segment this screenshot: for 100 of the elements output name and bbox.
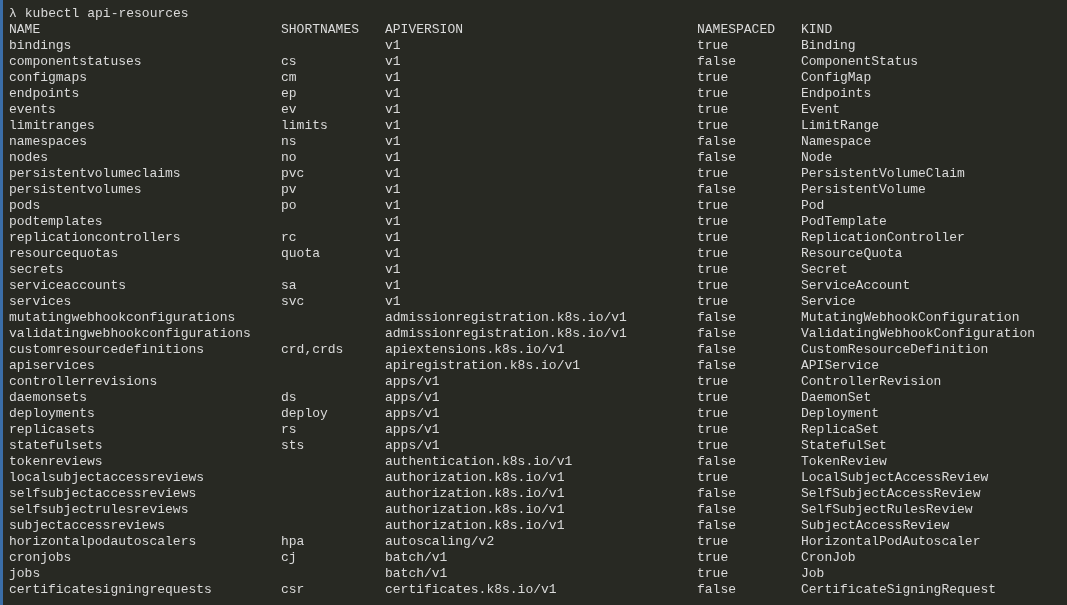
table-cell-text: false [697, 326, 737, 342]
table-cell-text: sts [281, 438, 306, 454]
table-cell-text: HorizontalPodAutoscaler [801, 534, 982, 550]
table-cell-text: Job [801, 566, 826, 582]
table-cell-text: namespaces [9, 134, 88, 150]
table-cell-text: false [697, 502, 737, 518]
table-cell-text: statefulsets [9, 438, 104, 454]
table-cell-text: CertificateSigningRequest [801, 582, 998, 598]
table-cell-text: Deployment [801, 406, 880, 422]
table-cell-text: authorization.k8s.io/v1 [385, 486, 566, 502]
table-cell-text: apps/v1 [385, 374, 441, 390]
table-cell-text: false [697, 454, 737, 470]
table-cell-text: TokenReview [801, 454, 888, 470]
table-cell-text: StatefulSet [801, 438, 888, 454]
table-cell-text: MutatingWebhookConfiguration [801, 310, 1021, 326]
table-cell-text: true [697, 262, 730, 278]
table-cell-text: cronjobs [9, 550, 73, 566]
table-cell-text: configmaps [9, 70, 88, 86]
table-cell-text: v1 [385, 102, 402, 118]
table-cell-text: ServiceAccount [801, 278, 912, 294]
table-cell-text: true [697, 534, 730, 550]
column-header: SHORTNAMES [281, 22, 360, 38]
table-cell-text: crd,crds [281, 342, 345, 358]
table-cell-text: limits [281, 118, 329, 134]
column-header: NAMESPACED [697, 22, 776, 38]
table-cell-text: persistentvolumeclaims [9, 166, 182, 182]
table-cell-text: APIService [801, 358, 880, 374]
table-cell-text: true [697, 70, 730, 86]
table-cell-text: nodes [9, 150, 49, 166]
table-cell-text: pvc [281, 166, 306, 182]
table-cell-text: rs [281, 422, 298, 438]
table-cell-text: ev [281, 102, 298, 118]
table-cell-text: events [9, 102, 57, 118]
table-cell-text: SubjectAccessReview [801, 518, 951, 534]
table-cell-text: true [697, 406, 730, 422]
table-cell-text: true [697, 118, 730, 134]
table-cell-text: quota [281, 246, 321, 262]
table-cell-text: secrets [9, 262, 65, 278]
table-cell-text: ReplicaSet [801, 422, 880, 438]
table-cell-text: CronJob [801, 550, 857, 566]
table-cell-text: Event [801, 102, 841, 118]
table-cell-text: ReplicationController [801, 230, 966, 246]
table-cell-text: apiservices [9, 358, 96, 374]
table-cell-text: SelfSubjectRulesReview [801, 502, 974, 518]
table-cell-text: customresourcedefinitions [9, 342, 206, 358]
table-cell-text: sa [281, 278, 298, 294]
table-cell-text: deploy [281, 406, 329, 422]
table-cell-text: PersistentVolumeClaim [801, 166, 966, 182]
table-cell-text: CustomResourceDefinition [801, 342, 990, 358]
table-cell-text: authorization.k8s.io/v1 [385, 518, 566, 534]
table-cell-text: hpa [281, 534, 306, 550]
table-cell-text: true [697, 38, 730, 54]
table-cell-text: csr [281, 582, 306, 598]
table-cell-text: true [697, 246, 730, 262]
table-cell-text: authorization.k8s.io/v1 [385, 502, 566, 518]
table-cell-text: svc [281, 294, 306, 310]
table-cell-text: false [697, 54, 737, 70]
table-cell-text: false [697, 342, 737, 358]
table-cell-text: v1 [385, 294, 402, 310]
table-cell-text: v1 [385, 54, 402, 70]
table-cell-text: LimitRange [801, 118, 880, 134]
table-cell-text: jobs [9, 566, 42, 582]
table-cell-text: pv [281, 182, 298, 198]
table-cell-text: services [9, 294, 73, 310]
table-cell-text: Binding [801, 38, 857, 54]
table-cell-text: true [697, 550, 730, 566]
table-cell-text: apps/v1 [385, 406, 441, 422]
table-cell-text: true [697, 470, 730, 486]
table-cell-text: deployments [9, 406, 96, 422]
table-cell-text: v1 [385, 198, 402, 214]
table-cell-text: selfsubjectrulesreviews [9, 502, 190, 518]
table-cell-text: v1 [385, 38, 402, 54]
table-cell-text: v1 [385, 134, 402, 150]
table-cell-text: true [697, 422, 730, 438]
table-cell-text: v1 [385, 246, 402, 262]
table-cell-text: admissionregistration.k8s.io/v1 [385, 310, 628, 326]
table-cell-text: v1 [385, 262, 402, 278]
table-cell-text: cj [281, 550, 298, 566]
table-cell-text: true [697, 214, 730, 230]
table-cell-text: true [697, 374, 730, 390]
table-cell-text: true [697, 438, 730, 454]
table-cell-text: true [697, 230, 730, 246]
table-cell-text: replicasets [9, 422, 96, 438]
table-cell-text: batch/v1 [385, 550, 449, 566]
table-cell-text: LocalSubjectAccessReview [801, 470, 990, 486]
table-cell-text: true [697, 278, 730, 294]
table-cell-text: no [281, 150, 298, 166]
table-cell-text: apiregistration.k8s.io/v1 [385, 358, 582, 374]
table-cell-text: apps/v1 [385, 390, 441, 406]
table-cell-text: localsubjectaccessreviews [9, 470, 206, 486]
table-cell-text: certificates.k8s.io/v1 [385, 582, 558, 598]
table-cell-text: false [697, 182, 737, 198]
table-cell-text: true [697, 294, 730, 310]
table-cell-text: false [697, 358, 737, 374]
table-cell-text: PersistentVolume [801, 182, 927, 198]
table-cell-text: true [697, 86, 730, 102]
column-header: KIND [801, 22, 834, 38]
table-cell-text: apps/v1 [385, 422, 441, 438]
table-cell-text: Node [801, 150, 834, 166]
command-text: kubectl api-resources [24, 6, 189, 22]
